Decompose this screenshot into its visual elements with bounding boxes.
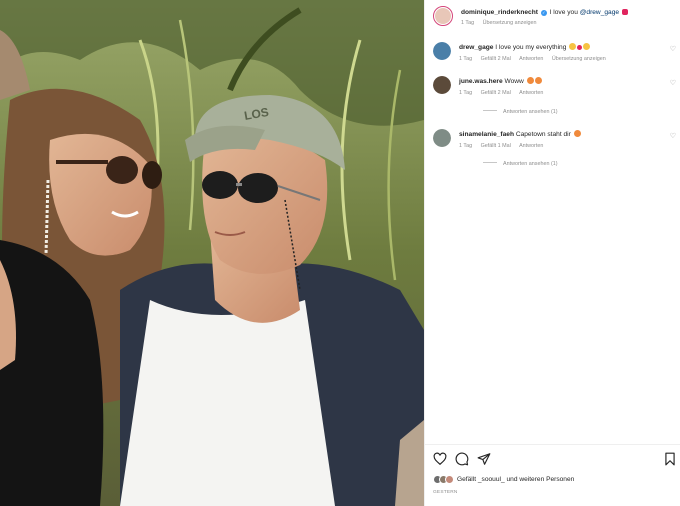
like-comment-heart-icon[interactable]: ♡: [670, 132, 676, 140]
comment-time: 1 Tag: [459, 56, 473, 62]
caption-time: 1 Tag: [461, 20, 475, 26]
comment-time: 1 Tag: [459, 90, 473, 96]
view-replies-link[interactable]: Antworten ansehen (1): [483, 109, 558, 115]
author-avatar[interactable]: [433, 6, 453, 26]
commenter-avatar[interactable]: [433, 76, 451, 94]
comment-icon[interactable]: [455, 452, 469, 466]
view-replies-link[interactable]: Antworten ansehen (1): [483, 161, 558, 167]
heart-icon[interactable]: [433, 452, 447, 466]
comment-text: Capetown staht dir: [515, 131, 571, 138]
reply-link[interactable]: Antworten: [519, 90, 543, 96]
post-date: GESTERN: [433, 490, 458, 495]
post-actions: [433, 452, 499, 466]
emoji: [526, 77, 534, 84]
author-username[interactable]: dominique_rinderknecht: [461, 9, 538, 16]
comment-time: 1 Tag: [459, 143, 473, 149]
caption-translate-link[interactable]: Übersetzung anzeigen: [483, 20, 537, 26]
red-heart-emoji: [621, 9, 628, 15]
emoji: [577, 45, 583, 50]
comment-item: drew_gage I love you my everything 1 Tag…: [433, 42, 680, 62]
liked-by-row: Gefällt _soouul_ und weiteren Personen: [433, 475, 574, 484]
reply-link[interactable]: Antworten: [519, 56, 543, 62]
footer-divider: [425, 444, 680, 445]
emoji: [583, 43, 591, 50]
commenter-avatar[interactable]: [433, 129, 451, 147]
comment-likes[interactable]: Gefällt 2 Mal: [481, 90, 511, 96]
bookmark-icon[interactable]: [664, 452, 676, 466]
comment-username[interactable]: drew_gage: [459, 44, 493, 51]
liker-avatar: [445, 475, 454, 484]
comment-likes[interactable]: Gefällt 1 Mal: [481, 143, 511, 149]
post-caption: dominique_rinderknecht ✓ I love you @dre…: [433, 6, 680, 26]
comment-item: sinamelanie_faeh Capetown staht dir 1 Ta…: [433, 129, 680, 149]
comment-likes[interactable]: Gefällt 2 Mal: [481, 56, 511, 62]
commenter-avatar[interactable]: [433, 42, 451, 60]
like-comment-heart-icon[interactable]: ♡: [670, 79, 676, 87]
caption-mention[interactable]: @drew_gage: [580, 9, 619, 16]
post-photo[interactable]: LOS: [0, 0, 424, 506]
emoji: [569, 43, 577, 50]
photo-illustration: LOS: [0, 0, 424, 506]
liked-by-text[interactable]: Gefällt _soouul_ und weiteren Personen: [457, 476, 574, 483]
reply-link[interactable]: Antworten: [519, 143, 543, 149]
comment-text: I love you my everything: [495, 44, 567, 51]
instagram-post-view: LOS dominique_rinderknecht ✓ I love you …: [0, 0, 680, 506]
comment-username[interactable]: sinamelanie_faeh: [459, 131, 514, 138]
translate-link[interactable]: Übersetzung anzeigen: [552, 56, 606, 62]
like-comment-heart-icon[interactable]: ♡: [670, 45, 676, 53]
comments-panel: dominique_rinderknecht ✓ I love you @dre…: [424, 0, 680, 506]
share-icon[interactable]: [477, 452, 491, 466]
comment-text: Woww: [504, 78, 524, 85]
emoji: [573, 130, 581, 137]
caption-text: I love you: [549, 9, 580, 16]
emoji: [534, 77, 542, 84]
comment-item: june.was.here Woww 1 Tag Gefällt 2 Mal A…: [433, 76, 680, 96]
verified-icon: ✓: [540, 10, 547, 16]
comment-username[interactable]: june.was.here: [459, 78, 503, 85]
